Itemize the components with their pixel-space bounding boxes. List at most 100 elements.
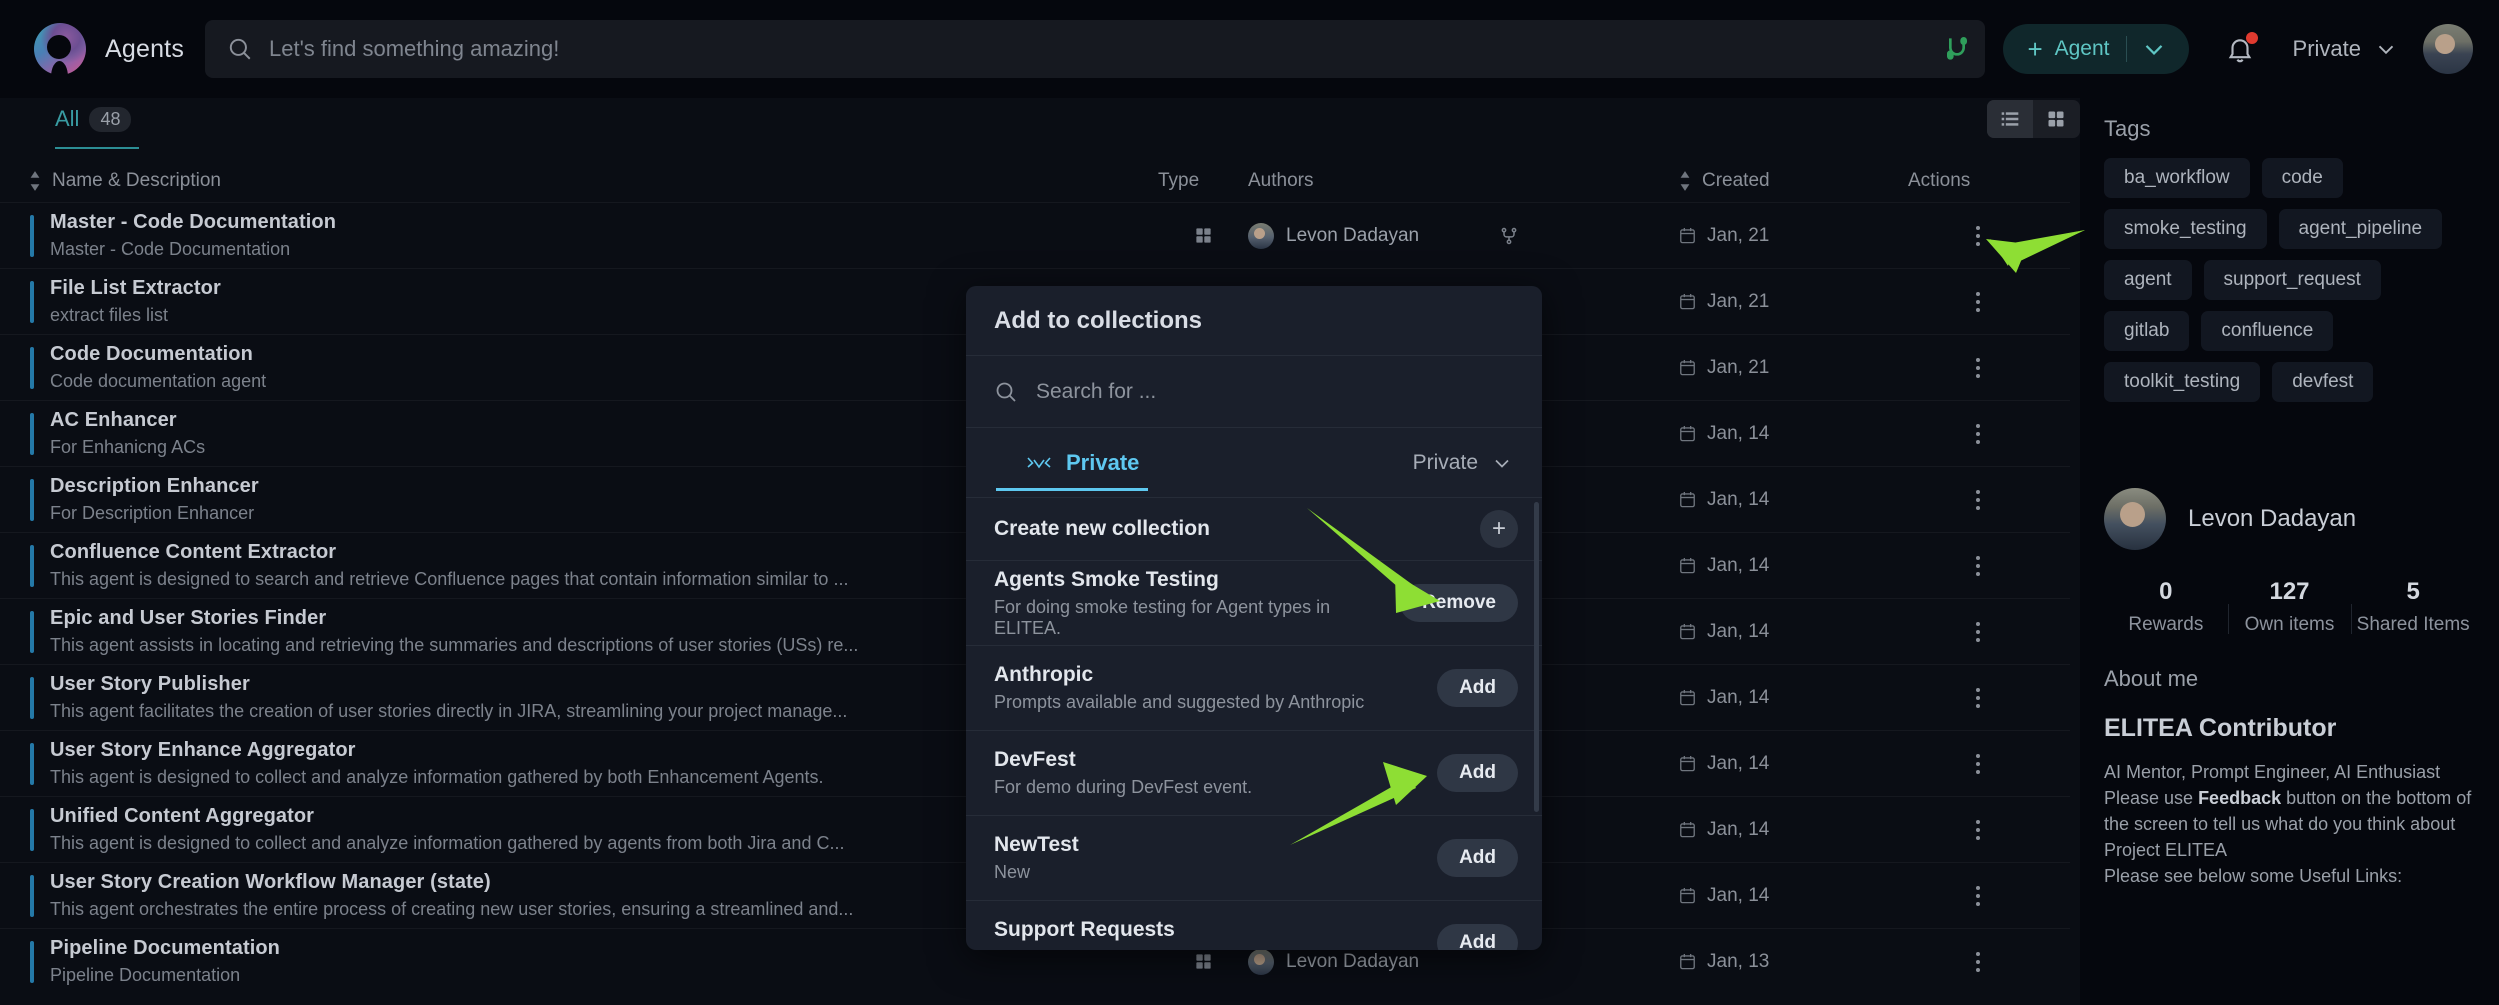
tag-chip[interactable]: devfest: [2272, 362, 2373, 402]
row-created-cell: Jan, 13: [1678, 951, 1908, 973]
collection-action-button[interactable]: Remove: [1400, 584, 1518, 622]
collection-row[interactable]: Support RequestsFor SupportAdd: [966, 901, 1542, 950]
collection-row[interactable]: DevFestFor demo during DevFest event.Add: [966, 731, 1542, 816]
row-description: Master - Code Documentation: [50, 239, 1158, 260]
row-accent-bar: [30, 875, 34, 917]
tag-chip[interactable]: confluence: [2201, 311, 2333, 351]
column-header-name[interactable]: Name & Description: [28, 170, 1158, 192]
row-created-date: Jan, 21: [1707, 357, 1769, 379]
column-header-actions: Actions: [1908, 170, 2048, 192]
tag-chip[interactable]: ba_workflow: [2104, 158, 2250, 198]
create-new-collection-row[interactable]: Create new collection +: [966, 498, 1542, 561]
tag-chip[interactable]: toolkit_testing: [2104, 362, 2260, 402]
collection-search-input[interactable]: Search for ...: [966, 356, 1542, 428]
create-agent-button[interactable]: + Agent: [2003, 24, 2188, 74]
stat-label: Own items: [2228, 614, 2352, 636]
column-header-created[interactable]: Created: [1678, 170, 1908, 192]
calendar-icon: [1678, 754, 1697, 773]
column-header-type-label: Type: [1158, 170, 1199, 192]
row-actions-menu-button[interactable]: [1908, 754, 2048, 774]
row-actions-menu-button[interactable]: [1908, 556, 2048, 576]
fork-branch-icon[interactable]: [1499, 226, 1519, 246]
list-view-button[interactable]: [1987, 100, 2033, 138]
collection-name: Agents Smoke Testing: [994, 568, 1400, 592]
collection-action-button[interactable]: Add: [1437, 839, 1518, 877]
row-accent-bar: [30, 809, 34, 851]
row-actions-menu-button[interactable]: [1908, 622, 2048, 642]
tab-private[interactable]: Private: [994, 450, 1139, 476]
collection-description: For demo during DevFest event.: [994, 777, 1437, 798]
row-actions-menu-button[interactable]: [1908, 952, 2048, 972]
row-created-cell: Jan, 21: [1678, 225, 1908, 247]
row-accent-bar: [30, 413, 34, 455]
header-actions: + Agent Private: [1941, 0, 2499, 98]
header-user-avatar[interactable]: [2423, 24, 2473, 74]
dialog-title: Add to collections: [966, 286, 1542, 356]
plug-connection-icon[interactable]: [1941, 33, 1973, 65]
row-actions-menu-button[interactable]: [1908, 292, 2048, 312]
row-actions-menu-button[interactable]: [1908, 490, 2048, 510]
collection-row[interactable]: NewTestNewAdd: [966, 816, 1542, 901]
row-created-date: Jan, 14: [1707, 489, 1769, 511]
calendar-icon: [1678, 490, 1697, 509]
chevron-down-icon[interactable]: [2139, 34, 2169, 64]
add-to-collections-dialog: Add to collections Search for ... Privat…: [966, 286, 1542, 950]
more-vertical-icon: [1976, 292, 1980, 312]
collection-row[interactable]: Agents Smoke TestingFor doing smoke test…: [966, 561, 1542, 646]
collection-row[interactable]: AnthropicPrompts available and suggested…: [966, 646, 1542, 731]
stat-label: Shared Items: [2351, 614, 2475, 636]
visibility-selector[interactable]: Private: [2293, 36, 2399, 62]
more-vertical-icon: [1976, 556, 1980, 576]
column-header-authors: Authors: [1248, 170, 1678, 192]
tab-all[interactable]: All 48: [55, 106, 131, 132]
column-header-actions-label: Actions: [1908, 170, 1970, 192]
calendar-icon: [1678, 226, 1697, 245]
row-actions-menu-button[interactable]: [1908, 424, 2048, 444]
private-eye-icon: [1026, 456, 1052, 469]
collection-action-button[interactable]: Add: [1437, 669, 1518, 707]
button-divider: [2126, 36, 2127, 62]
collections-list[interactable]: Create new collection + Agents Smoke Tes…: [966, 498, 1542, 950]
row-created-cell: Jan, 14: [1678, 753, 1908, 775]
collection-action-button[interactable]: Add: [1437, 924, 1518, 950]
tab-all-count: 48: [89, 107, 131, 132]
dialog-visibility-selector[interactable]: Private: [1413, 451, 1514, 475]
app-title: Agents: [105, 35, 184, 64]
search-icon: [994, 380, 1018, 404]
row-name-cell[interactable]: Master - Code DocumentationMaster - Code…: [28, 211, 1158, 260]
tag-chip[interactable]: support_request: [2204, 260, 2381, 300]
app-logo[interactable]: Agents: [34, 23, 184, 75]
table-row[interactable]: Master - Code DocumentationMaster - Code…: [0, 202, 2070, 268]
row-accent-bar: [30, 347, 34, 389]
global-search-input[interactable]: Let's find something amazing!: [205, 20, 1985, 78]
grid-view-button[interactable]: [2033, 100, 2079, 138]
row-actions-menu-button[interactable]: [1908, 226, 2048, 246]
collection-text: DevFestFor demo during DevFest event.: [994, 748, 1437, 798]
row-type-cell: [1158, 952, 1248, 971]
row-actions-menu-button[interactable]: [1908, 688, 2048, 708]
tag-chip[interactable]: code: [2262, 158, 2343, 198]
row-created-date: Jan, 14: [1707, 885, 1769, 907]
create-collection-plus-button[interactable]: +: [1480, 510, 1518, 548]
tag-chip[interactable]: agent_pipeline: [2279, 209, 2443, 249]
tag-chip[interactable]: agent: [2104, 260, 2192, 300]
row-created-cell: Jan, 14: [1678, 621, 1908, 643]
collection-action-button[interactable]: Add: [1437, 754, 1518, 792]
about-body: AI Mentor, Prompt Engineer, AI Enthusias…: [2104, 759, 2475, 889]
tag-chip[interactable]: smoke_testing: [2104, 209, 2267, 249]
row-actions-menu-button[interactable]: [1908, 820, 2048, 840]
column-header-created-label: Created: [1702, 170, 1770, 192]
view-mode-toggle: [1987, 100, 2080, 138]
row-actions-menu-button[interactable]: [1908, 358, 2048, 378]
tab-all-label: All: [55, 106, 79, 132]
row-type-cell: [1158, 226, 1248, 245]
dialog-scrollbar-thumb[interactable]: [1534, 502, 1539, 812]
notifications-button[interactable]: [2225, 34, 2255, 64]
row-actions-menu-button[interactable]: [1908, 886, 2048, 906]
row-authors-cell: Levon Dadayan: [1248, 223, 1678, 249]
app-header: Agents Let's find something amazing! + A…: [0, 0, 2499, 98]
search-icon: [227, 36, 253, 62]
tag-chip[interactable]: gitlab: [2104, 311, 2189, 351]
row-created-cell: Jan, 14: [1678, 885, 1908, 907]
more-vertical-icon: [1976, 622, 1980, 642]
